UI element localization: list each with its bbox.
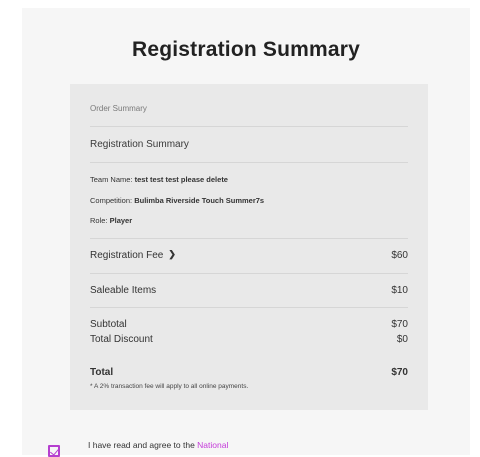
competition-label: Competition: xyxy=(90,196,133,205)
saleable-items-label: Saleable Items xyxy=(90,285,157,296)
divider xyxy=(90,238,408,239)
agreement-text: I have read and agree to the National xyxy=(88,440,228,450)
team-name-line: Team Name: test test test please delete xyxy=(90,175,408,184)
subtotal-label: Subtotal xyxy=(90,319,127,330)
divider xyxy=(90,307,408,308)
subtotal-amount: $70 xyxy=(391,319,408,330)
order-summary-card: Order Summary Registration Summary Team … xyxy=(70,84,428,410)
role-label: Role: xyxy=(90,216,108,225)
registration-fee-amount: $60 xyxy=(391,250,408,261)
page-panel: Registration Summary Order Summary Regis… xyxy=(22,8,470,455)
national-terms-link[interactable]: National xyxy=(197,440,228,450)
total-discount-label: Total Discount xyxy=(90,334,153,345)
transaction-fee-note: * A 2% transaction fee will apply to all… xyxy=(90,383,249,390)
section-title: Registration Summary xyxy=(90,139,189,150)
agreement-label: I have read and agree to the xyxy=(88,440,198,450)
role-value: Player xyxy=(109,216,133,225)
registration-fee-toggle[interactable]: Registration Fee ❯ xyxy=(90,249,176,261)
role-line: Role: Player xyxy=(90,216,408,225)
subtotal-row: Subtotal $70 xyxy=(90,319,408,330)
agree-checkbox[interactable] xyxy=(48,445,60,457)
registration-fee-label: Registration Fee xyxy=(90,250,164,261)
order-summary-label: Order Summary xyxy=(90,104,147,113)
competition-value: Bulimba Riverside Touch Summer7s xyxy=(134,196,265,205)
team-name-label: Team Name: xyxy=(90,175,133,184)
competition-line: Competition: Bulimba Riverside Touch Sum… xyxy=(90,196,408,205)
page-title: Registration Summary xyxy=(131,38,361,61)
divider xyxy=(90,126,408,127)
total-label: Total xyxy=(90,367,114,378)
total-discount-row: Total Discount $0 xyxy=(90,334,408,345)
saleable-items-row: Saleable Items $10 xyxy=(90,285,408,296)
team-name-value: test test test please delete xyxy=(134,175,228,184)
divider xyxy=(90,162,408,163)
total-discount-amount: $0 xyxy=(396,334,408,345)
registration-fee-row: Registration Fee ❯ $60 xyxy=(90,249,408,261)
divider xyxy=(90,273,408,274)
saleable-items-amount: $10 xyxy=(391,285,408,296)
total-amount: $70 xyxy=(391,367,408,378)
chevron-down-icon: ❯ xyxy=(168,249,176,259)
agreement-row: I have read and agree to the National xyxy=(48,440,408,457)
total-row: Total $70 xyxy=(90,367,408,378)
